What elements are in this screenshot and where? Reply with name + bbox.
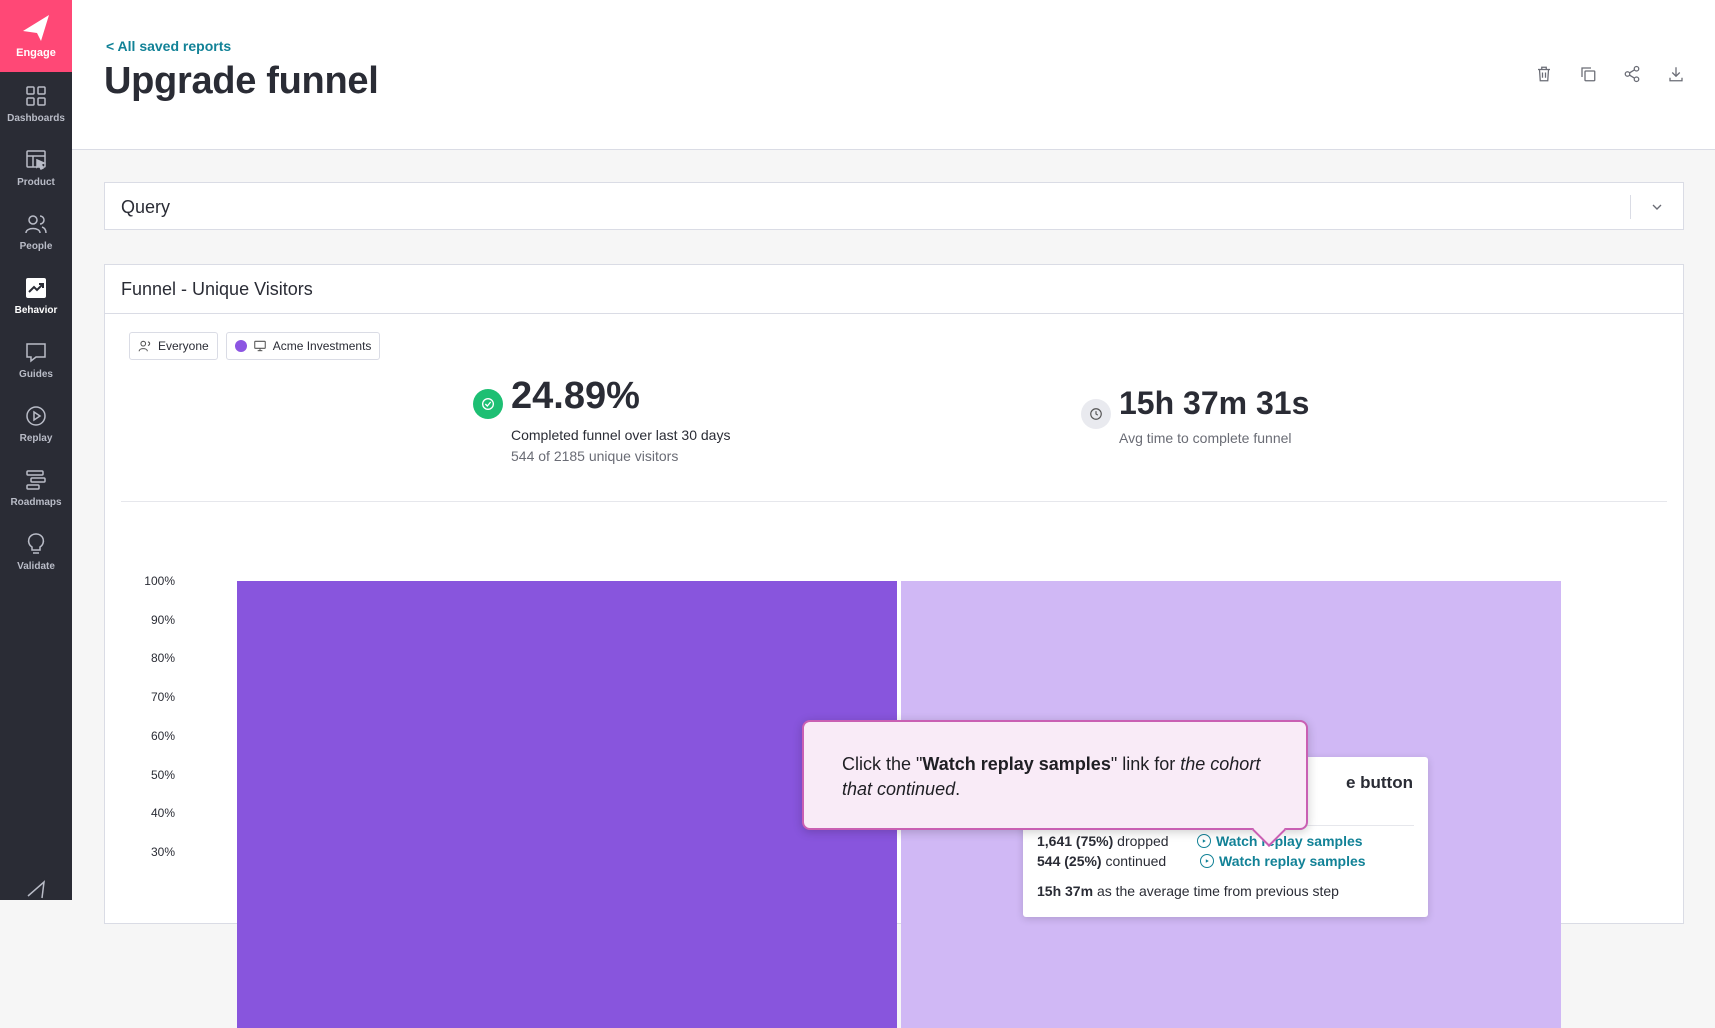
app-chip[interactable]: Acme Investments [225, 332, 381, 360]
monitor-icon [253, 340, 266, 352]
y-tick-label: 90% [150, 612, 175, 627]
grid-icon [26, 86, 46, 106]
page-header: < All saved reports Upgrade funnel [72, 0, 1715, 150]
sidebar-item-roadmaps[interactable]: Roadmaps [0, 456, 72, 520]
query-expand-button[interactable] [1645, 195, 1669, 219]
check-circle-icon [473, 389, 503, 419]
watch-replay-label: Watch replay samples [1219, 853, 1366, 869]
app-chip-label: Acme Investments [272, 339, 372, 353]
segment-chip-label: Everyone [158, 339, 209, 353]
sidebar-item-replay[interactable]: Replay [0, 392, 72, 456]
y-tick-label: 70% [150, 690, 175, 705]
funnel-header: Funnel - Unique Visitors [105, 265, 1683, 314]
y-tick-label: 30% [150, 844, 175, 859]
avg-time-label: Avg time to complete funnel [1119, 430, 1292, 446]
header-actions [1533, 63, 1687, 85]
trend-chart-icon [26, 278, 46, 298]
roadmap-icon [26, 470, 46, 490]
guide-text: Click the "Watch replay samples" link fo… [842, 752, 1262, 802]
collapse-arrow-icon [27, 880, 45, 899]
query-divider [1630, 195, 1631, 219]
sidebar-item-label: Product [17, 177, 55, 188]
guide-text-mid: " link for [1110, 754, 1181, 774]
trash-icon [1538, 66, 1550, 82]
sidebar-item-label: Validate [17, 561, 55, 572]
play-circle-icon [1200, 854, 1214, 868]
guide-text-bold: Watch replay samples [922, 754, 1111, 774]
sidebar-item-validate[interactable]: Validate [0, 520, 72, 584]
sidebar-item-label: Behavior [14, 305, 58, 316]
sidebar-item-label: Guides [19, 369, 53, 380]
y-tick-label: 60% [150, 728, 175, 743]
avg-step-time-value: 15h 37m [1037, 883, 1094, 899]
guide-text-suffix: . [955, 779, 961, 799]
funnel-title: Funnel - Unique Visitors [121, 279, 313, 299]
y-tick-label: 50% [150, 767, 175, 782]
duplicate-button[interactable] [1577, 63, 1599, 85]
brand-engage[interactable]: Engage [0, 0, 72, 72]
layout-cursor-icon [26, 150, 47, 171]
query-title: Query [121, 197, 171, 217]
duplicate-icon [1581, 67, 1596, 82]
sidebar-item-guides[interactable]: Guides [0, 328, 72, 392]
funnel-bar[interactable] [237, 581, 897, 1028]
watch-replay-label: Watch replay samples [1216, 833, 1363, 849]
download-button[interactable] [1665, 63, 1687, 85]
download-icon [1669, 67, 1683, 82]
y-tick-label: 80% [150, 651, 175, 666]
clock-icon [1081, 399, 1111, 429]
avg-time-value: 15h 37m 31s [1119, 385, 1310, 421]
y-tick-label: 100% [144, 574, 175, 588]
y-tick-label: 40% [150, 806, 175, 821]
filter-chips: Everyone Acme Investments [129, 332, 381, 360]
completion-detail: 544 of 2185 unique visitors [511, 448, 679, 464]
dropped-count: 1,641 (75%) [1037, 833, 1114, 849]
guide-text-prefix: Click the " [842, 754, 923, 774]
avg-step-time-label: as the average time from previous step [1096, 883, 1339, 899]
sidebar-item-people[interactable]: People [0, 200, 72, 264]
sidebar-item-label: Roadmaps [10, 497, 62, 508]
message-icon [26, 343, 46, 363]
play-circle-icon [26, 406, 46, 426]
sidebar-item-dashboards[interactable]: Dashboards [0, 72, 72, 136]
sidebar-item-label: Replay [19, 433, 53, 444]
dropped-row: 1,641 (75%) dropped [1037, 833, 1169, 849]
completion-label: Completed funnel over last 30 days [511, 427, 731, 443]
lightbulb-icon [27, 533, 45, 554]
share-icon [1624, 65, 1640, 83]
brand-label: Engage [16, 47, 56, 59]
avg-step-time-row: 15h 37m as the average time from previou… [1037, 883, 1339, 899]
app-color-dot [234, 340, 247, 352]
watch-replay-continued-link[interactable]: Watch replay samples [1200, 853, 1366, 869]
dropped-label: dropped [1117, 833, 1169, 849]
page-title: Upgrade funnel [104, 60, 379, 102]
completion-rate: 24.89% [511, 375, 640, 417]
sidebar-item-behavior[interactable]: Behavior [0, 264, 72, 328]
sidebar-item-product[interactable]: Product [0, 136, 72, 200]
sidebar: Engage Dashboards Product People Behavio… [0, 0, 72, 900]
continued-row: 544 (25%) continued [1037, 853, 1166, 869]
engage-arrow-icon [23, 15, 49, 41]
query-panel[interactable]: Query [104, 182, 1684, 230]
segment-chip[interactable]: Everyone [129, 332, 218, 360]
sidebar-item-label: Dashboards [7, 113, 65, 124]
people-icon [25, 215, 47, 234]
card-divider [121, 501, 1667, 502]
continued-label: continued [1105, 853, 1167, 869]
people-icon [138, 340, 151, 352]
back-to-saved-reports-link[interactable]: < All saved reports [106, 38, 231, 54]
share-button[interactable] [1621, 63, 1643, 85]
chevron-down-icon [1652, 204, 1662, 210]
continued-count: 544 (25%) [1037, 853, 1102, 869]
sidebar-collapse[interactable] [0, 876, 72, 900]
sidebar-item-label: People [19, 241, 53, 252]
delete-button[interactable] [1533, 63, 1555, 85]
guide-tooltip[interactable]: Click the "Watch replay samples" link fo… [802, 720, 1308, 847]
play-circle-icon [1197, 834, 1211, 848]
